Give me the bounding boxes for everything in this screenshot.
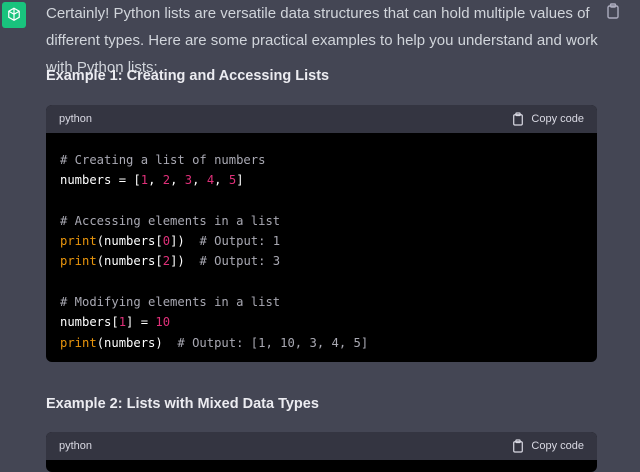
- code-line: # Accessing elements in a list: [60, 213, 281, 228]
- code-line: print(numbers[0]) # Output: 1: [60, 234, 281, 249]
- code-block-header: python Copy code: [46, 105, 597, 133]
- code-line: # Modifying elements in a list: [60, 295, 281, 310]
- copy-code-label: Copy code: [531, 440, 584, 452]
- openai-logo-icon: [8, 7, 20, 21]
- copy-code-button[interactable]: Copy code: [512, 439, 584, 453]
- code-language-label: python: [59, 440, 93, 452]
- code-block-header: python Copy code: [46, 432, 597, 460]
- copy-code-button[interactable]: Copy code: [512, 112, 584, 126]
- code-line: numbers[1] = 10: [60, 315, 171, 330]
- code-block-1: python Copy code # Creating a list of nu…: [46, 105, 597, 362]
- clipboard-icon[interactable]: [606, 3, 620, 19]
- code-line: numbers = [1, 2, 3, 4, 5]: [60, 173, 244, 188]
- code-line: print(numbers[2]) # Output: 3: [60, 254, 281, 269]
- clipboard-icon: [513, 439, 524, 453]
- code-language-label: python: [59, 113, 93, 125]
- code-content: # Creating a list of numbers numbers = [1…: [46, 133, 597, 362]
- clipboard-icon: [513, 112, 524, 126]
- example-2-heading: Example 2: Lists with Mixed Data Types: [46, 396, 319, 412]
- code-line: # Creating a list of numbers: [60, 153, 266, 167]
- copy-code-label: Copy code: [531, 113, 584, 125]
- code-line: print(numbers) # Output: [1, 10, 3, 4, 5…: [60, 335, 369, 350]
- code-block-2: python Copy code: [46, 432, 597, 472]
- example-1-heading: Example 1: Creating and Accessing Lists: [46, 68, 330, 84]
- assistant-avatar: [2, 2, 26, 28]
